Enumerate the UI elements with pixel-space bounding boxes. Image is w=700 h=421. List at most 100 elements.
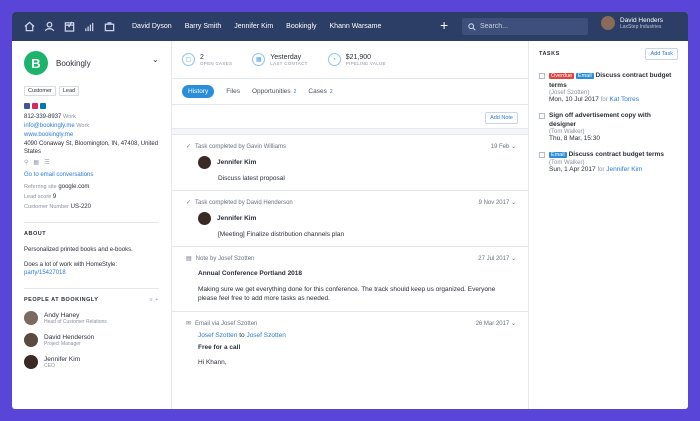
- add-task-button[interactable]: Add Task: [645, 48, 678, 60]
- person-row[interactable]: Jennifer Kim CEO: [24, 355, 159, 369]
- tab-cases[interactable]: Cases 2: [308, 88, 332, 95]
- map-pin-icon[interactable]: ⚲: [24, 159, 28, 166]
- history-item-date[interactable]: 19 Feb ⌄: [491, 143, 516, 150]
- search-input[interactable]: [480, 23, 580, 30]
- calendar-icon: ▦: [252, 53, 266, 66]
- nav-link-david-dyson[interactable]: David Dyson: [132, 23, 172, 30]
- tab-label: Files: [226, 88, 240, 95]
- add-note-button[interactable]: Add Note: [485, 112, 518, 124]
- person-name: Andy Haney: [44, 311, 80, 319]
- stat-pipeline-value[interactable]: ◔ $21,900 PIPELINE VALUE: [327, 53, 386, 66]
- email-row: info@bookingly.me Work: [24, 122, 159, 130]
- nav-link-jennifer-kim[interactable]: Jennifer Kim: [234, 23, 273, 30]
- history-item[interactable]: ▤ Note by Josef Szotten 27 Jul 2017 ⌄ Ann…: [172, 247, 528, 312]
- history-item-date[interactable]: 26 Mar 2017 ⌄: [476, 320, 516, 327]
- task-item[interactable]: Email Discuss contract budget terms (Tom…: [539, 150, 678, 173]
- email-link[interactable]: info@bookingly.me: [24, 123, 75, 129]
- person-role: CEO: [44, 362, 55, 369]
- gauge-icon: ◔: [327, 53, 341, 66]
- homestyle-link[interactable]: party/15427018: [24, 270, 66, 276]
- search-icon: [468, 22, 476, 31]
- check-icon: ✓: [186, 144, 192, 150]
- phone-row: 812-339-8937 Work: [24, 113, 159, 121]
- add-person-icon[interactable]: +: [155, 297, 159, 303]
- nav-link-khann-warsame[interactable]: Khann Warsame: [330, 23, 382, 30]
- chevron-down-icon: ⌄: [510, 256, 516, 262]
- chart-icon[interactable]: [80, 18, 98, 36]
- task-for-link[interactable]: Jennifer Kim: [606, 166, 642, 173]
- person-name[interactable]: Jennifer Kim: [217, 215, 256, 222]
- stat-last-contact[interactable]: ▦ Yesterday LAST CONTACT: [252, 53, 307, 66]
- task-for-link[interactable]: Kat Torres: [610, 96, 640, 103]
- history-item[interactable]: ✓ Task completed by David Henderson 9 Nov…: [172, 191, 528, 247]
- task-checkbox[interactable]: [539, 73, 545, 79]
- address-actions: ⚲ ▦ ☰: [24, 159, 159, 166]
- stat-open-cases[interactable]: ▢ 2 OPEN CASES: [182, 53, 232, 66]
- email-greeting: Hi Khann,: [198, 359, 227, 366]
- company-name: Bookingly: [56, 58, 91, 68]
- list-view-icon[interactable]: ≡: [150, 297, 154, 303]
- task-due: Sun, 1 Apr 2017 for Jennifer Kim: [549, 166, 664, 173]
- email-from[interactable]: Josef Szotten: [198, 332, 237, 339]
- email-to[interactable]: Josef Szotten: [246, 332, 285, 339]
- add-icon[interactable]: +: [440, 18, 448, 32]
- date-text: 26 Mar 2017: [475, 321, 510, 327]
- person-icon[interactable]: [40, 18, 58, 36]
- history-item-header: ✓ Task completed by David Henderson: [186, 199, 516, 207]
- check-icon: ✓: [186, 200, 192, 206]
- task-body: Overdue Email Discuss contract budget te…: [549, 71, 678, 103]
- tag-lead[interactable]: Lead: [58, 86, 80, 96]
- person-info: Andy Haney Head of Customer Relations: [44, 312, 107, 325]
- history-item-date[interactable]: 9 Nov 2017 ⌄: [479, 199, 516, 206]
- tag-customer[interactable]: Customer: [24, 86, 56, 96]
- user-menu[interactable]: David Henders LaxStep Industries: [601, 16, 663, 30]
- email-badge: Email: [549, 152, 567, 158]
- list-icon[interactable]: ☰: [44, 159, 49, 166]
- grid-icon[interactable]: ▦: [33, 159, 39, 166]
- calendar-icon[interactable]: [60, 18, 78, 36]
- home-icon[interactable]: [20, 18, 38, 36]
- overdue-badge: Overdue: [549, 73, 575, 79]
- person-row[interactable]: David Henderson Project Manager: [24, 333, 159, 347]
- task-title[interactable]: Sign off advertisement copy with designe…: [549, 111, 678, 129]
- tab-opportunities[interactable]: Opportunities 2: [252, 88, 296, 95]
- history-panel: ▢ 2 OPEN CASES ▦ Yesterday LAST CONTACT ◔ …: [172, 41, 528, 409]
- lead-score-value: 9: [52, 194, 57, 200]
- summary-stats: ▢ 2 OPEN CASES ▦ Yesterday LAST CONTACT ◔ …: [172, 41, 528, 79]
- facebook-icon[interactable]: [24, 103, 30, 109]
- chevron-down-icon[interactable]: ⌄: [152, 55, 159, 64]
- history-item[interactable]: ✉ Email via Josef Szotten 26 Mar 2017 ⌄ J…: [172, 312, 528, 374]
- task-checkbox[interactable]: [539, 152, 545, 158]
- person-row[interactable]: Andy Haney Head of Customer Relations: [24, 311, 159, 325]
- nav-link-bookingly[interactable]: Bookingly: [286, 23, 316, 30]
- email-conversations-link[interactable]: Go to email conversations: [24, 171, 159, 179]
- history-item-date[interactable]: 27 Jul 2017 ⌄: [478, 255, 516, 262]
- person-role: Head of Customer Relations: [44, 318, 107, 325]
- task-title[interactable]: Discuss contract budget terms: [569, 151, 664, 158]
- tab-count-badge: 2: [329, 88, 333, 95]
- briefcase-icon[interactable]: [100, 18, 118, 36]
- tab-history[interactable]: History: [182, 85, 215, 98]
- linkedin-icon[interactable]: [40, 103, 46, 109]
- task-item[interactable]: Sign off advertisement copy with designe…: [539, 111, 678, 142]
- task-body: Email Discuss contract budget terms (Tom…: [549, 150, 664, 173]
- date-text: 9 Nov 2017: [478, 200, 510, 206]
- avatar: [24, 333, 38, 347]
- pinterest-icon[interactable]: [32, 103, 38, 109]
- history-item-header: ✓ Task completed by Gavin Williams: [186, 143, 516, 151]
- date-text: 27 Jul 2017: [478, 256, 510, 262]
- person-name[interactable]: Jennifer Kim: [217, 159, 256, 166]
- tab-files[interactable]: Files: [226, 88, 240, 95]
- top-nav-bar: David Dyson Barry Smith Jennifer Kim Boo…: [12, 12, 688, 41]
- history-item-title: Note by Josef Szotten: [195, 255, 255, 262]
- phone-number[interactable]: 812-339-8937: [24, 114, 61, 120]
- website-link[interactable]: www.bookingly.me: [24, 131, 159, 139]
- nav-link-barry-smith[interactable]: Barry Smith: [185, 23, 222, 30]
- tasks-panel: TASKS Add Task Overdue Email Discuss con…: [528, 41, 688, 409]
- task-item[interactable]: Overdue Email Discuss contract budget te…: [539, 71, 678, 103]
- history-item[interactable]: ✓ Task completed by Gavin Williams 19 Feb…: [172, 135, 528, 191]
- company-header: B Bookingly: [24, 51, 159, 75]
- search-box[interactable]: [462, 18, 588, 35]
- task-checkbox[interactable]: [539, 113, 545, 119]
- tab-label: Opportunities: [251, 88, 291, 95]
